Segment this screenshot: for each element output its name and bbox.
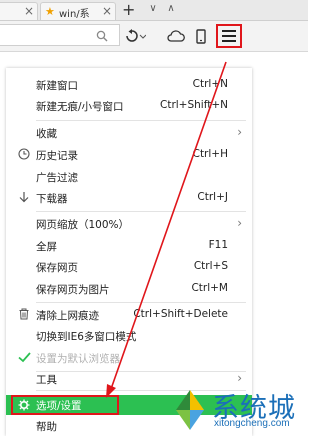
chevron-down-icon[interactable]: ∨	[148, 4, 158, 14]
tab-strip: × ★ win/系 × + ∨ ∧	[0, 0, 308, 21]
menu-item-save-page[interactable]: 保存网页 Ctrl+S	[6, 258, 252, 276]
menu-item-label: 新建窗口	[36, 80, 78, 92]
menu-item-new-incognito-window[interactable]: 新建无痕/小号窗口 Ctrl+Shift+N	[6, 97, 252, 115]
toolbar	[0, 21, 308, 52]
menu-item-shortcut: Ctrl+N	[192, 78, 228, 90]
menu-item-zoom[interactable]: 网页缩放（100%） ›	[6, 215, 252, 233]
menu-item-shortcut: Ctrl+M	[191, 282, 228, 294]
menu-item-fullscreen[interactable]: 全屏 F11	[6, 237, 252, 255]
menu-item-clear-history[interactable]: 清除上网痕迹 Ctrl+Shift+Delete	[6, 306, 252, 324]
menu-separator	[36, 120, 246, 121]
menu-item-label: 设置为默认浏览器	[36, 353, 120, 365]
menu-item-new-window[interactable]: 新建窗口 Ctrl+N	[6, 76, 252, 94]
menu-item-set-default-browser: 设置为默认浏览器	[6, 349, 252, 367]
main-menu-dropdown: 新建窗口 Ctrl+N 新建无痕/小号窗口 Ctrl+Shift+N 收藏 › …	[6, 68, 252, 436]
menu-item-shortcut: Ctrl+H	[192, 148, 228, 160]
browser-tab[interactable]: ×	[0, 2, 38, 20]
menu-item-shortcut: Ctrl+Shift+N	[160, 99, 228, 111]
close-icon[interactable]: ×	[102, 4, 112, 18]
menu-item-label: 保存网页为图片	[36, 284, 110, 296]
watermark: 系统城 xitongcheng.com	[166, 388, 306, 432]
menu-item-label: 历史记录	[36, 150, 78, 162]
menu-separator	[36, 302, 246, 303]
menu-item-downloader[interactable]: 下载器 Ctrl+J	[6, 189, 252, 207]
check-icon	[17, 350, 31, 364]
menu-item-shortcut: F11	[208, 239, 228, 251]
menu-item-label: 帮助	[36, 421, 57, 433]
menu-item-ie6-mode[interactable]: 切换到IE6多窗口模式	[6, 327, 252, 345]
menu-item-label: 选项/设置	[36, 400, 82, 412]
hamburger-menu-icon	[222, 30, 236, 42]
menu-item-favorites[interactable]: 收藏 ›	[6, 124, 252, 142]
gear-icon	[17, 398, 31, 412]
menu-item-label: 下载器	[36, 193, 68, 205]
clock-icon	[17, 147, 31, 161]
menu-item-label: 清除上网痕迹	[36, 310, 99, 322]
download-arrow-icon	[17, 190, 31, 204]
watermark-logo-icon	[168, 388, 212, 435]
chevron-right-icon: ›	[237, 371, 242, 385]
menu-separator	[36, 211, 246, 212]
tab-title: win/系	[59, 9, 90, 20]
menu-item-label: 收藏	[36, 128, 57, 140]
menu-item-shortcut: Ctrl+S	[193, 260, 228, 272]
menu-item-shortcut: Ctrl+Shift+Delete	[133, 308, 228, 320]
menu-item-label: 全屏	[36, 241, 57, 253]
menu-item-label: 工具	[36, 374, 57, 386]
chevron-up-icon[interactable]: ∧	[166, 4, 176, 14]
menu-item-history[interactable]: 历史记录 Ctrl+H	[6, 146, 252, 164]
trash-icon	[17, 307, 31, 321]
menu-item-label: 网页缩放（100%）	[36, 219, 130, 231]
menu-item-label: 新建无痕/小号窗口	[36, 101, 124, 113]
menu-item-shortcut: Ctrl+J	[197, 191, 228, 203]
menu-item-label: 切换到IE6多窗口模式	[36, 331, 137, 343]
new-tab-button[interactable]: +	[122, 0, 135, 19]
menu-item-save-page-as-image[interactable]: 保存网页为图片 Ctrl+M	[6, 280, 252, 298]
menu-item-ad-filter[interactable]: 广告过滤	[6, 168, 252, 186]
browser-tab[interactable]: ★ win/系 ×	[40, 2, 116, 20]
favicon-icon: ★	[45, 5, 55, 18]
close-icon[interactable]: ×	[24, 4, 34, 18]
chevron-right-icon: ›	[237, 216, 242, 230]
main-menu-button[interactable]	[216, 24, 242, 48]
mobile-icon[interactable]	[194, 25, 208, 47]
chevron-right-icon: ›	[237, 125, 242, 139]
menu-item-label: 广告过滤	[36, 172, 78, 184]
search-icon[interactable]	[94, 25, 110, 47]
undo-icon[interactable]	[124, 25, 146, 47]
cloud-icon[interactable]	[166, 25, 186, 47]
menu-item-label: 保存网页	[36, 262, 78, 274]
watermark-url: xitongcheng.com	[214, 418, 290, 429]
